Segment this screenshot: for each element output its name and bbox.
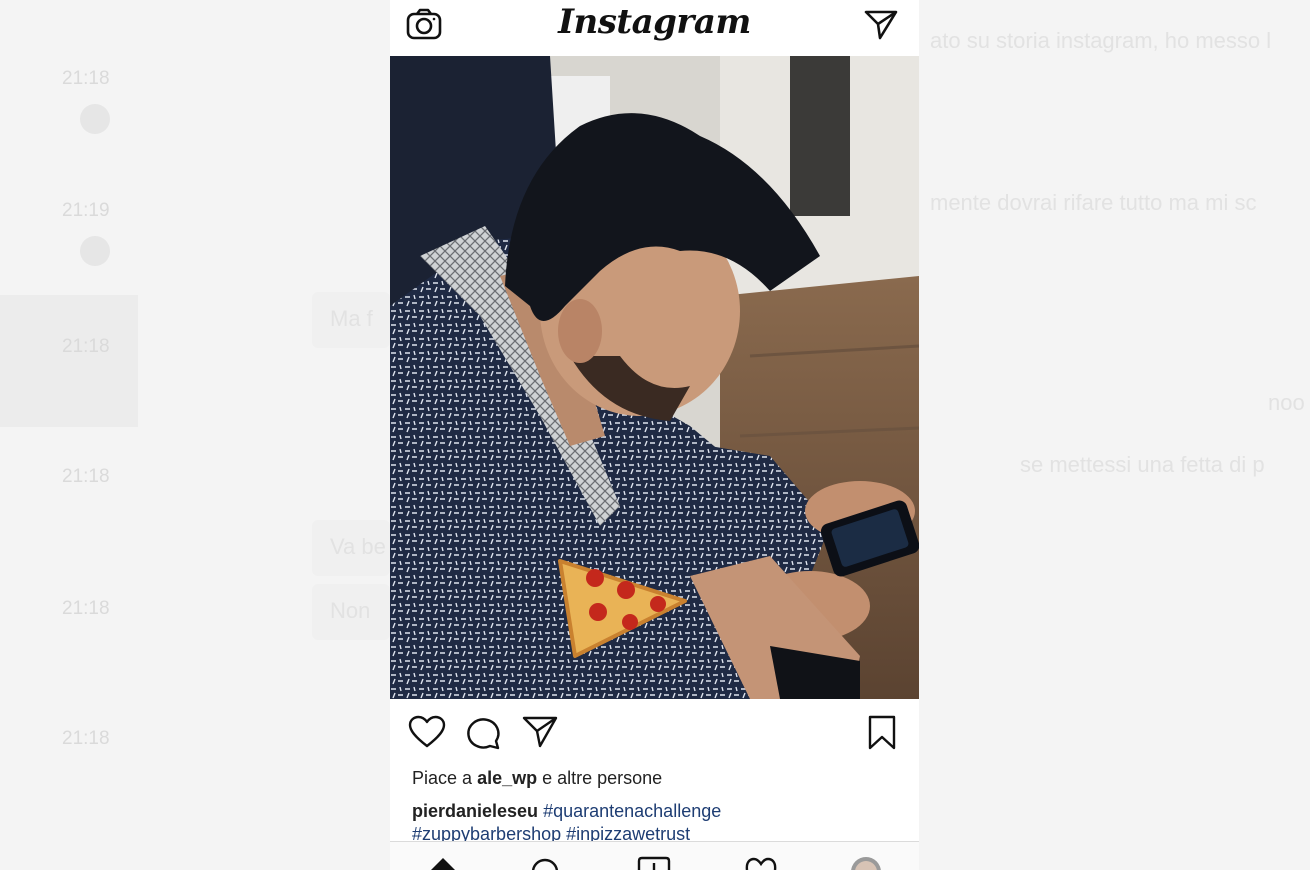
search-icon[interactable] <box>530 856 560 870</box>
likes-suffix: e altre persone <box>542 768 663 788</box>
heart-icon[interactable] <box>408 715 446 754</box>
bg-message: Non <box>330 598 371 623</box>
hashtag-link[interactable]: #quarantenachallenge <box>543 801 721 821</box>
comment-icon[interactable] <box>466 715 502 756</box>
post-actions <box>390 699 919 769</box>
profile-avatar[interactable] <box>850 856 882 870</box>
bg-time: 21:18 <box>62 598 110 619</box>
bg-time: 21:18 <box>62 336 110 357</box>
post-author[interactable]: pierdanieleseu <box>412 801 538 821</box>
add-post-icon[interactable] <box>637 856 671 870</box>
bg-avatar <box>80 104 110 134</box>
bg-message: Va be <box>330 534 386 559</box>
bookmark-icon[interactable] <box>867 715 897 756</box>
background-selected-row <box>0 295 138 427</box>
likes-prefix: Piace a <box>412 768 473 788</box>
post-photo[interactable] <box>390 56 919 699</box>
bg-message: noo <box>1268 390 1305 415</box>
instagram-logo: Instagram <box>558 2 751 42</box>
direct-send-icon[interactable] <box>863 7 899 46</box>
bg-time: 21:19 <box>62 200 110 221</box>
instagram-header: Instagram <box>390 0 919 55</box>
bg-time: 21:18 <box>62 728 110 749</box>
bg-message: mente dovrai rifare tutto ma mi sc <box>930 190 1257 215</box>
bg-time: 21:18 <box>62 68 110 89</box>
post-caption: pierdanieleseu #quarantenachallenge #zup… <box>412 800 892 846</box>
liked-by-user[interactable]: ale_wp <box>477 768 537 788</box>
instagram-screen: Instagram Piace a ale_wp e altre persone… <box>390 0 919 870</box>
bg-message: ato su storia instagram, ho messo l <box>930 28 1272 53</box>
likes-line: Piace a ale_wp e altre persone <box>412 768 662 789</box>
bg-avatar <box>80 236 110 266</box>
bg-message: se mettessi una fetta di p <box>1020 452 1265 477</box>
activity-heart-icon[interactable] <box>744 856 778 870</box>
home-icon[interactable] <box>428 856 458 870</box>
bg-message: Ma f <box>330 306 373 331</box>
bg-time: 21:18 <box>62 466 110 487</box>
share-icon[interactable] <box>522 715 558 754</box>
bottom-nav <box>390 841 919 870</box>
